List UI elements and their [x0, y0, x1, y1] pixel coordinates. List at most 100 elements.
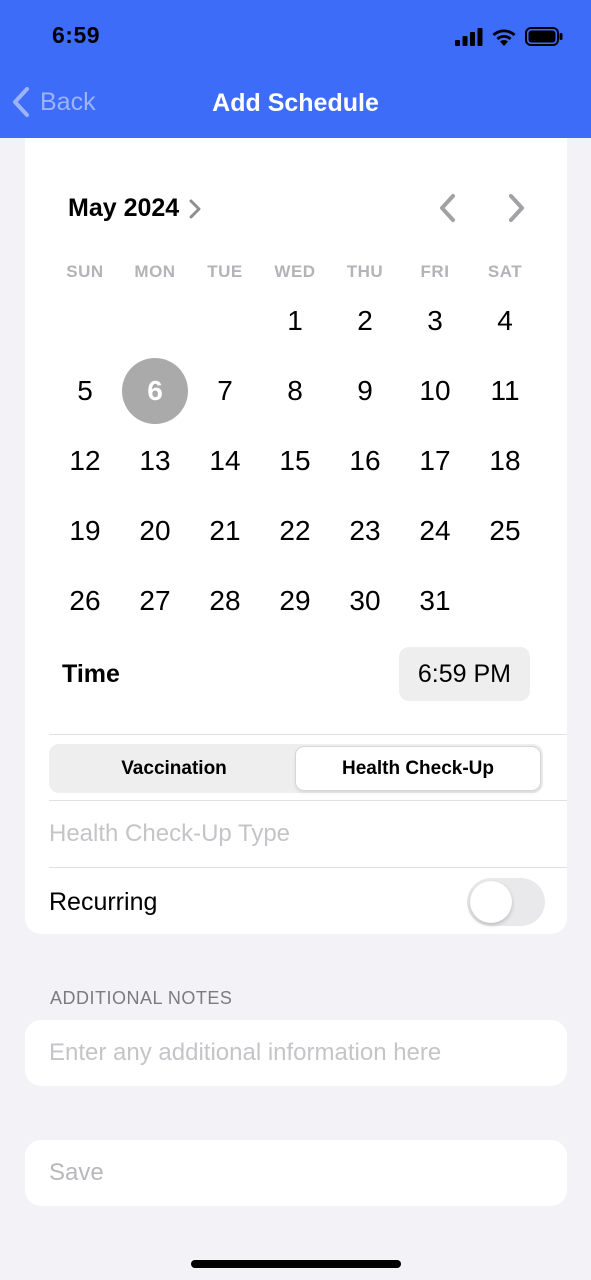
calendar-day[interactable]: 14 [190, 426, 260, 496]
divider [49, 800, 567, 801]
home-indicator[interactable] [191, 1260, 401, 1268]
weekday-thu: THU [346, 262, 384, 281]
calendar-empty-cell [120, 286, 190, 356]
page-title: Add Schedule [212, 89, 379, 117]
time-row: Time 6:59 PM [62, 647, 530, 701]
save-label: Save [49, 1159, 104, 1186]
weekday-header: SUN MON TUE WED THU FRI SAT [50, 262, 540, 282]
calendar-day[interactable]: 19 [50, 496, 120, 566]
calendar-day[interactable]: 26 [50, 566, 120, 636]
calendar-day[interactable]: 8 [260, 356, 330, 426]
calendar-day[interactable]: 11 [470, 356, 540, 426]
wifi-icon [492, 29, 516, 46]
calendar-day[interactable]: 22 [260, 496, 330, 566]
calendar-day-number: 15 [279, 445, 311, 476]
chevron-right-icon [189, 199, 201, 218]
calendar-day-number: 12 [69, 445, 101, 476]
schedule-form-card: May 2024 SUN MON TUE WED THU FRI SAT 1 2… [25, 138, 567, 934]
recurring-label: Recurring [49, 887, 158, 916]
calendar-day-number: 16 [349, 445, 381, 476]
time-label: Time [62, 659, 120, 688]
status-time: 6:59 [52, 22, 101, 48]
calendar-day[interactable]: 7 [190, 356, 260, 426]
calendar-day-number: 1 [287, 305, 303, 336]
calendar-day[interactable]: 4 [470, 286, 540, 356]
notes-card [25, 1020, 567, 1086]
calendar-day-number: 19 [69, 515, 101, 546]
calendar-day[interactable]: 24 [400, 496, 470, 566]
calendar-day[interactable]: 13 [120, 426, 190, 496]
time-picker-button[interactable]: 6:59 PM [398, 647, 530, 701]
additional-notes-input[interactable] [49, 1039, 567, 1067]
calendar-day-number: 13 [139, 445, 171, 476]
segment-health-check-up[interactable]: Health Check-Up [296, 747, 540, 790]
segment-vaccination[interactable]: Vaccination [52, 747, 296, 790]
calendar-grid: 1 2 3 4 5 6 7 8 9 10 11 12 13 14 15 16 1… [50, 286, 540, 636]
calendar-day-number: 7 [217, 375, 233, 406]
calendar-day-number: 14 [209, 445, 241, 476]
navigation-bar: 6:59 Back Add Schedule [0, 0, 591, 138]
calendar-day[interactable]: 25 [470, 496, 540, 566]
calendar-day-number: 23 [349, 515, 381, 546]
calendar-day[interactable]: 23 [330, 496, 400, 566]
calendar-empty-cell [190, 286, 260, 356]
calendar-day-number: 21 [209, 515, 241, 546]
calendar-day-number: 3 [427, 305, 443, 336]
status-icons [455, 27, 563, 46]
calendar-day-number: 18 [489, 445, 521, 476]
calendar-day[interactable]: 28 [190, 566, 260, 636]
calendar-day[interactable]: 16 [330, 426, 400, 496]
health-check-up-type-field[interactable]: Health Check-Up Type [49, 820, 290, 848]
weekday-wed: WED [274, 262, 316, 281]
calendar-day-number: 27 [139, 585, 171, 616]
calendar-day[interactable]: 17 [400, 426, 470, 496]
save-button[interactable]: Save [25, 1140, 567, 1206]
calendar-day-number: 24 [419, 515, 451, 546]
calendar-day[interactable]: 10 [400, 356, 470, 426]
calendar-day-number: 2 [357, 305, 373, 336]
calendar-day-number: 25 [489, 515, 521, 546]
calendar-day[interactable]: 20 [120, 496, 190, 566]
calendar-day[interactable]: 3 [400, 286, 470, 356]
calendar-day[interactable]: 2 [330, 286, 400, 356]
calendar-day[interactable]: 30 [330, 566, 400, 636]
calendar-day[interactable]: 27 [120, 566, 190, 636]
calendar-day-number: 22 [279, 515, 311, 546]
calendar-day-number: 11 [490, 375, 520, 406]
calendar-day[interactable]: 9 [330, 356, 400, 426]
next-month-button[interactable] [503, 192, 531, 224]
month-picker-button[interactable]: May 2024 [68, 194, 201, 223]
divider [49, 734, 567, 735]
calendar-day-selected[interactable]: 6 [120, 356, 190, 426]
calendar-day-number: 8 [287, 375, 303, 406]
calendar-day[interactable]: 12 [50, 426, 120, 496]
previous-month-button[interactable] [433, 192, 461, 224]
calendar-day[interactable]: 5 [50, 356, 120, 426]
calendar-day-number: 6 [122, 358, 188, 424]
calendar-day-number: 29 [279, 585, 311, 616]
calendar-empty-cell [50, 286, 120, 356]
schedule-type-segmented-control: Vaccination Health Check-Up [49, 744, 543, 793]
recurring-toggle[interactable] [467, 878, 545, 926]
chevron-right-icon [509, 194, 524, 222]
calendar-day-number: 4 [497, 305, 513, 336]
calendar-day-number: 28 [209, 585, 241, 616]
calendar-day-number: 20 [139, 515, 171, 546]
calendar-day[interactable]: 15 [260, 426, 330, 496]
weekday-tue: TUE [207, 262, 243, 281]
weekday-sun: SUN [66, 262, 104, 281]
calendar-day[interactable]: 1 [260, 286, 330, 356]
calendar-day-number: 9 [357, 375, 373, 406]
calendar-day[interactable]: 21 [190, 496, 260, 566]
battery-icon [525, 27, 563, 46]
calendar-day[interactable]: 18 [470, 426, 540, 496]
calendar-day-number: 10 [419, 375, 451, 406]
calendar-day[interactable]: 29 [260, 566, 330, 636]
calendar-day-number: 17 [419, 445, 451, 476]
weekday-mon: MON [134, 262, 176, 281]
calendar-day[interactable]: 31 [400, 566, 470, 636]
recurring-row: Recurring [49, 878, 545, 926]
month-label: May 2024 [68, 194, 180, 222]
calendar-day-number: 26 [69, 585, 101, 616]
toggle-knob [470, 881, 512, 923]
